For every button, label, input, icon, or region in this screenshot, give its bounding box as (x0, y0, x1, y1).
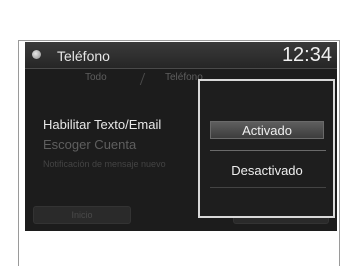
tab-todo[interactable]: Todo (85, 72, 107, 83)
page-title: Teléfono (57, 48, 110, 64)
list-item-habilitar[interactable]: Habilitar Texto/Email (43, 117, 161, 132)
divider (210, 150, 326, 151)
display-screen: Teléfono 12:34 Todo Teléfono Habilitar T… (25, 42, 337, 231)
phone-icon (32, 50, 41, 59)
list-item-escoger-cuenta[interactable]: Escoger Cuenta (43, 137, 136, 152)
divider (210, 187, 326, 188)
option-activado[interactable]: Activado (210, 121, 324, 139)
option-desactivado[interactable]: Desactivado (210, 162, 324, 180)
home-button[interactable]: Inicio (33, 206, 131, 224)
header-bar: Teléfono 12:34 (25, 42, 337, 69)
options-popup: Activado Desactivado (198, 79, 335, 218)
clock: 12:34 (281, 44, 332, 66)
tab-separator (139, 73, 146, 85)
list-item-notificacion[interactable]: Notificación de mensaje nuevo (43, 159, 166, 169)
